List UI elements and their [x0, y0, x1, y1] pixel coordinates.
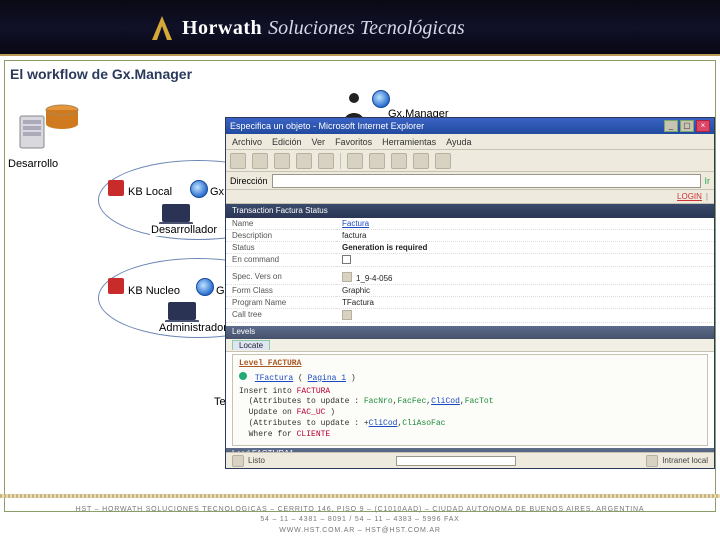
brand-name-1: Horwath	[182, 17, 262, 40]
prop-label: Spec. Vers on	[226, 271, 336, 285]
ie-icon	[372, 90, 390, 108]
home-icon[interactable]	[318, 153, 334, 169]
prop-value: Graphic	[336, 285, 714, 297]
page-icon	[232, 455, 244, 467]
address-input[interactable]	[272, 174, 701, 188]
label-desarrollador: Desarrollador	[150, 224, 218, 236]
menu-item[interactable]: Herramientas	[382, 137, 436, 147]
prop-value[interactable]: Factura	[336, 218, 714, 230]
code-header: Level FACTURA	[239, 359, 301, 368]
logo-icon	[150, 14, 174, 42]
prop-label: Call tree	[226, 309, 336, 323]
refresh-icon[interactable]	[296, 153, 312, 169]
browser-content: Transaction Factura Status Name Factura …	[226, 204, 714, 452]
database-icon	[42, 104, 82, 134]
brand-name-2: Soluciones Tecnológicas	[268, 17, 464, 40]
label-kb-local: KB Local	[128, 186, 172, 198]
prop-value[interactable]	[336, 309, 714, 323]
prop-label: Status	[226, 242, 336, 254]
search-icon[interactable]	[347, 153, 363, 169]
genexus-icon	[108, 180, 124, 196]
print-icon[interactable]	[435, 153, 451, 169]
section-header: Transaction Factura Status	[226, 204, 714, 218]
code-link[interactable]: TFactura	[255, 374, 293, 383]
bullet-icon	[239, 372, 247, 380]
properties-grid: Name Factura Description factura Status …	[226, 218, 714, 267]
history-icon[interactable]	[391, 153, 407, 169]
link-separator: |	[706, 192, 708, 201]
status-bar: Listo Intranet local	[226, 452, 714, 468]
slide-title: El workflow de Gx.Manager	[10, 66, 192, 82]
prop-label: Name	[226, 218, 336, 230]
checkbox-icon	[342, 255, 351, 264]
browser-window: Especifica un objeto - Microsoft Interne…	[225, 117, 715, 469]
properties-grid-2: Spec. Vers on 1_9-4-056 Form Class Graph…	[226, 271, 714, 323]
toolbar	[226, 150, 714, 172]
menu-item[interactable]: Archivo	[232, 137, 262, 147]
prop-label: En command	[226, 254, 336, 267]
zone-text: Intranet local	[662, 456, 708, 465]
status-text: Listo	[248, 456, 265, 465]
menu-item[interactable]: Favoritos	[335, 137, 372, 147]
footer-line1: HST – HORWATH SOLUCIONES TECNOLOGICAS – …	[0, 505, 720, 516]
laptop-icon	[162, 204, 190, 222]
prop-label: Form Class	[226, 285, 336, 297]
window-title: Especifica un objeto - Microsoft Interne…	[230, 121, 664, 131]
footer: HST – HORWATH SOLUCIONES TECNOLOGICAS – …	[0, 505, 720, 537]
forward-icon[interactable]	[252, 153, 268, 169]
label-te: Te	[214, 396, 226, 408]
page-top-links: LOGIN |	[226, 190, 714, 204]
menu-item[interactable]: Edición	[272, 137, 302, 147]
tree-icon	[342, 310, 352, 320]
label-kb-nucleo: KB Nucleo	[128, 285, 180, 297]
address-label: Dirección	[230, 176, 268, 186]
label-desarrollo: Desarrollo	[8, 158, 58, 170]
favorites-icon[interactable]	[369, 153, 385, 169]
prop-value: factura	[336, 230, 714, 242]
prop-value: TFactura	[336, 297, 714, 309]
levels-bar: Levels	[226, 326, 714, 339]
address-bar: Dirección Ir	[226, 172, 714, 190]
prop-label: Program Name	[226, 297, 336, 309]
ie-icon	[196, 278, 214, 296]
tab-locate[interactable]: Locate	[232, 340, 270, 350]
doc-icon	[342, 272, 352, 282]
menu-item[interactable]: Ver	[312, 137, 326, 147]
prop-value: Generation is required	[336, 242, 714, 254]
ie-icon	[190, 180, 208, 198]
prop-label: Description	[226, 230, 336, 242]
menu-bar[interactable]: Archivo Edición Ver Favoritos Herramient…	[226, 134, 714, 150]
prop-value: 1_9-4-056	[336, 271, 714, 285]
progress-bar	[396, 456, 516, 466]
prop-value[interactable]	[336, 254, 714, 267]
mail-icon[interactable]	[413, 153, 429, 169]
footer-rule	[0, 494, 720, 498]
back-icon[interactable]	[230, 153, 246, 169]
menu-item[interactable]: Ayuda	[446, 137, 471, 147]
code-block-1: Level FACTURA TFactura ( Pagina 1 ) Inse…	[232, 354, 708, 446]
window-titlebar[interactable]: Especifica un objeto - Microsoft Interne…	[226, 118, 714, 134]
header-banner: Horwath Soluciones Tecnológicas	[0, 0, 720, 56]
close-button[interactable]: ×	[696, 120, 710, 132]
tabs-row: Locate	[226, 339, 714, 352]
footer-line3: WWW.HST.COM.AR – HST@HST.COM.AR	[0, 526, 720, 537]
go-button[interactable]: Ir	[705, 176, 711, 186]
label-administrador: Administrador	[158, 322, 228, 334]
login-link[interactable]: LOGIN	[677, 192, 702, 201]
maximize-button[interactable]: ▢	[680, 120, 694, 132]
minimize-button[interactable]: _	[664, 120, 678, 132]
code-link[interactable]: Pagina 1	[308, 374, 346, 383]
code-text: Insert into FACTURA (Attributes to updat…	[239, 387, 701, 441]
banner-underline	[0, 54, 720, 56]
laptop-icon	[168, 302, 196, 320]
stop-icon[interactable]	[274, 153, 290, 169]
zone-icon	[646, 455, 658, 467]
genexus-icon	[108, 278, 124, 294]
footer-line2: 54 – 11 – 4381 – 8091 / 54 – 11 – 4383 –…	[0, 515, 720, 526]
